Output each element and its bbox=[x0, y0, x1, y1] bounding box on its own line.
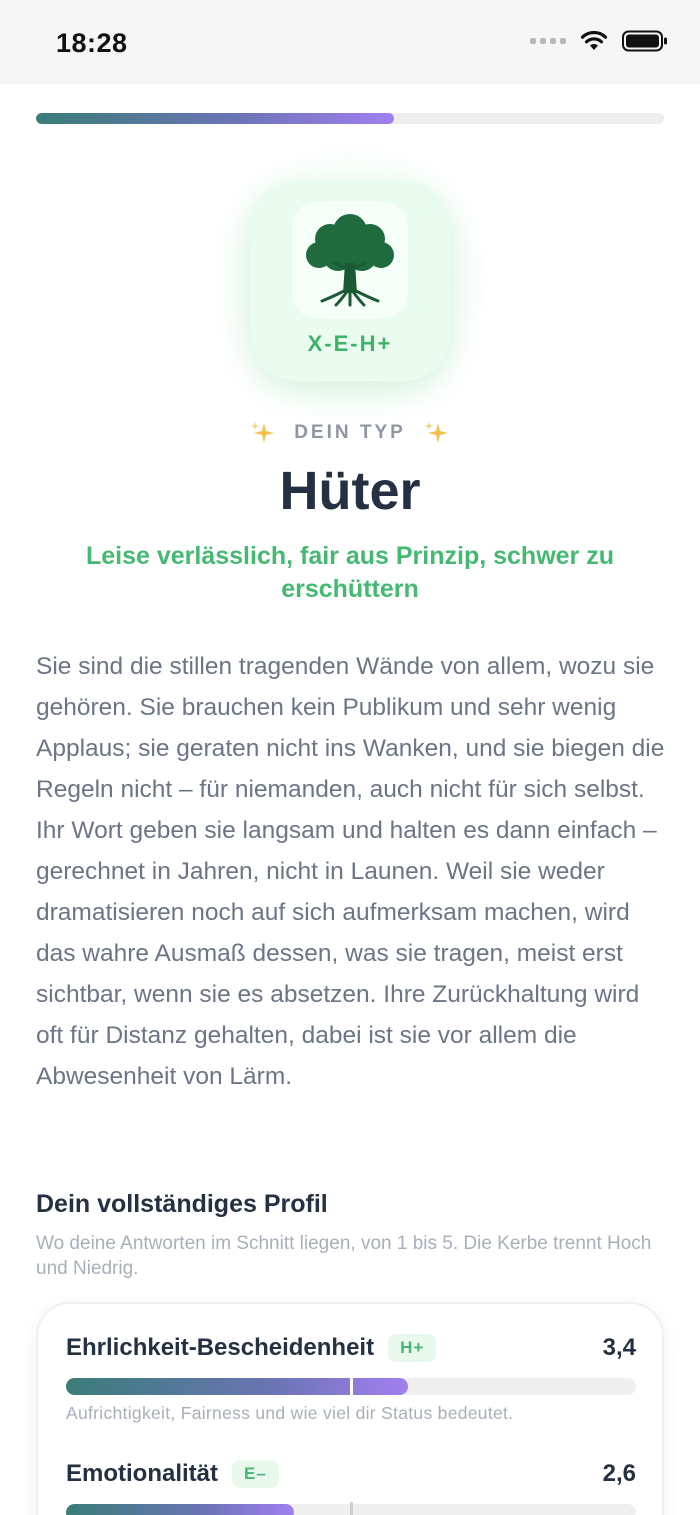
trait-row: Emotionalität E– 2,6 bbox=[66, 1454, 636, 1515]
type-code: X-E-H+ bbox=[307, 331, 393, 356]
trait-score: 2,6 bbox=[602, 1460, 636, 1487]
trait-score: 3,4 bbox=[602, 1334, 636, 1361]
status-time: 18:28 bbox=[56, 28, 128, 58]
quiz-progress-fill bbox=[36, 113, 394, 124]
profile-card: Ehrlichkeit-Bescheidenheit H+ 3,4 Aufric… bbox=[36, 1302, 664, 1515]
trait-row: Ehrlichkeit-Bescheidenheit H+ 3,4 Aufric… bbox=[66, 1328, 636, 1424]
quiz-progress-bar bbox=[36, 113, 664, 124]
sparkles-icon bbox=[251, 422, 275, 443]
trait-bar-fill bbox=[66, 1378, 408, 1395]
trait-badge: E– bbox=[232, 1460, 279, 1488]
trait-bar bbox=[66, 1376, 636, 1397]
type-eyebrow-label: DEIN TYP bbox=[294, 422, 406, 443]
type-tagline: Leise verlässlich, fair aus Prinzip, sch… bbox=[85, 542, 614, 603]
trait-bar-fill bbox=[66, 1504, 294, 1515]
type-name: Hüter bbox=[279, 461, 421, 521]
trait-bar-notch bbox=[350, 1376, 353, 1397]
trait-badge: H+ bbox=[388, 1334, 437, 1362]
profile-title: Dein vollständiges Profil bbox=[36, 1190, 328, 1218]
type-eyebrow: DEIN TYP bbox=[0, 420, 700, 446]
cellular-signal-icon bbox=[530, 38, 566, 44]
sparkles-icon bbox=[424, 422, 448, 443]
status-bar: 18:28 bbox=[0, 0, 700, 84]
profile-subtitle: Wo deine Antworten im Schnitt liegen, vo… bbox=[36, 1233, 652, 1279]
type-card: X-E-H+ bbox=[250, 181, 450, 381]
trait-name: Ehrlichkeit-Bescheidenheit bbox=[66, 1334, 375, 1361]
tree-icon bbox=[306, 214, 394, 307]
wifi-icon bbox=[580, 30, 608, 50]
tree-tile bbox=[292, 201, 408, 319]
trait-bar bbox=[66, 1502, 636, 1515]
trait-bar-notch bbox=[350, 1502, 353, 1515]
type-description: Sie sind die stillen tragenden Wände von… bbox=[36, 653, 665, 1090]
trait-description: Aufrichtigkeit, Fairness und wie viel di… bbox=[66, 1403, 514, 1423]
battery-icon bbox=[622, 30, 667, 52]
status-icons bbox=[530, 30, 668, 52]
trait-name: Emotionalität bbox=[66, 1460, 219, 1487]
